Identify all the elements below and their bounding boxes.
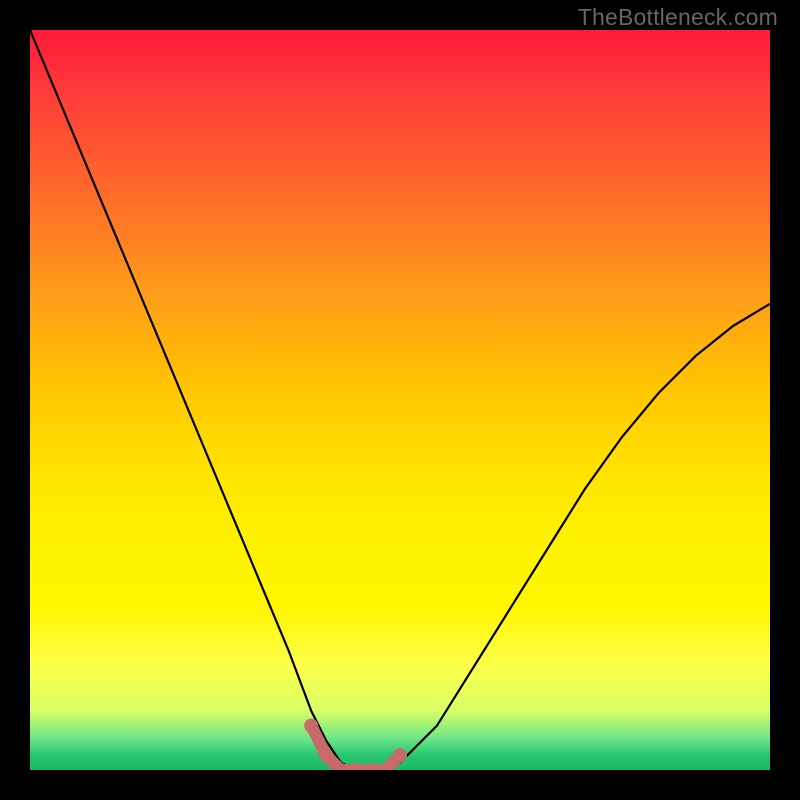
chart-frame: TheBottleneck.com [0,0,800,800]
chart-svg [30,30,770,770]
plot-area [30,30,770,770]
bottleneck-curve [30,30,770,770]
curve-layer [30,30,770,770]
optimal-zone-point [304,719,318,733]
optimal-zone-point [319,748,333,762]
watermark-text: TheBottleneck.com [578,4,778,31]
optimal-zone-point [393,748,407,762]
